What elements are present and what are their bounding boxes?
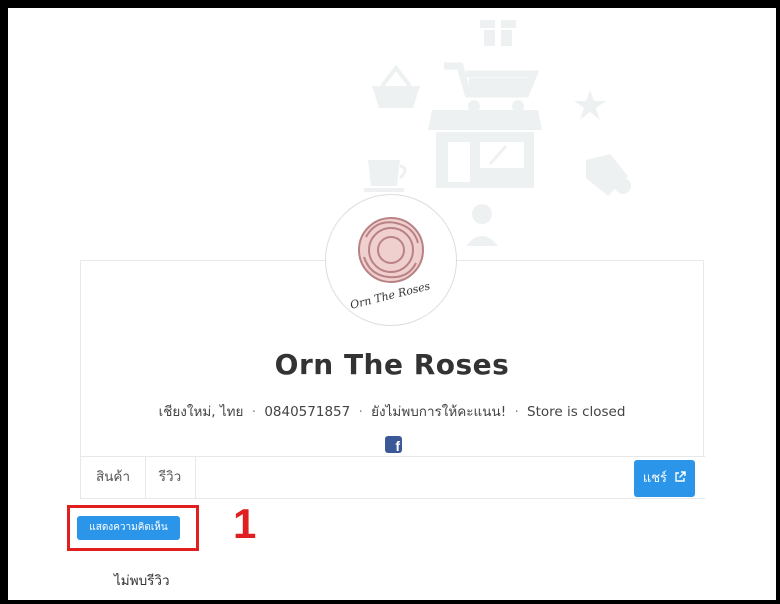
shopping-cart-icon bbox=[444, 62, 540, 112]
annotation-highlight-box bbox=[67, 505, 199, 551]
store-phone: 0840571857 bbox=[264, 404, 351, 420]
share-button[interactable]: แชร์ bbox=[634, 460, 695, 497]
svg-text:Orn The Roses: Orn The Roses bbox=[349, 279, 432, 312]
store-page: Orn The Roses Orn The Roses เชียงใหม่, ไ… bbox=[8, 8, 776, 600]
store-name: Orn The Roses bbox=[274, 348, 510, 381]
annotation-marker: 1 bbox=[233, 500, 257, 547]
shop-icon bbox=[428, 110, 542, 188]
facebook-icon[interactable]: f bbox=[385, 436, 402, 453]
tab-products[interactable]: สินค้า bbox=[81, 457, 146, 498]
star-icon bbox=[574, 90, 606, 120]
meta-separator: · bbox=[251, 404, 257, 420]
price-tag-icon bbox=[586, 154, 631, 196]
store-rating: ยังไม่พบการให้คะแนน! bbox=[371, 404, 507, 420]
meta-separator: · bbox=[514, 404, 519, 420]
basket-icon bbox=[372, 64, 420, 108]
store-status: Store is closed bbox=[527, 404, 626, 420]
share-button-label: แชร์ bbox=[642, 471, 668, 486]
gift-icon bbox=[480, 14, 516, 46]
store-logo: Orn The Roses bbox=[325, 194, 457, 326]
meta-separator: · bbox=[358, 404, 363, 420]
person-icon bbox=[466, 204, 498, 246]
external-link-icon bbox=[675, 471, 686, 482]
tab-reviews[interactable]: รีวิว bbox=[145, 457, 196, 498]
no-reviews-text: ไม่พบรีวิว bbox=[114, 573, 170, 589]
store-location: เชียงใหม่, ไทย bbox=[158, 404, 244, 420]
store-meta: เชียงใหม่, ไทย · 0840571857 · ยังไม่พบกา… bbox=[80, 400, 704, 422]
store-tabs: สินค้า รีวิว bbox=[80, 456, 705, 499]
coffee-cup-icon bbox=[364, 160, 407, 192]
